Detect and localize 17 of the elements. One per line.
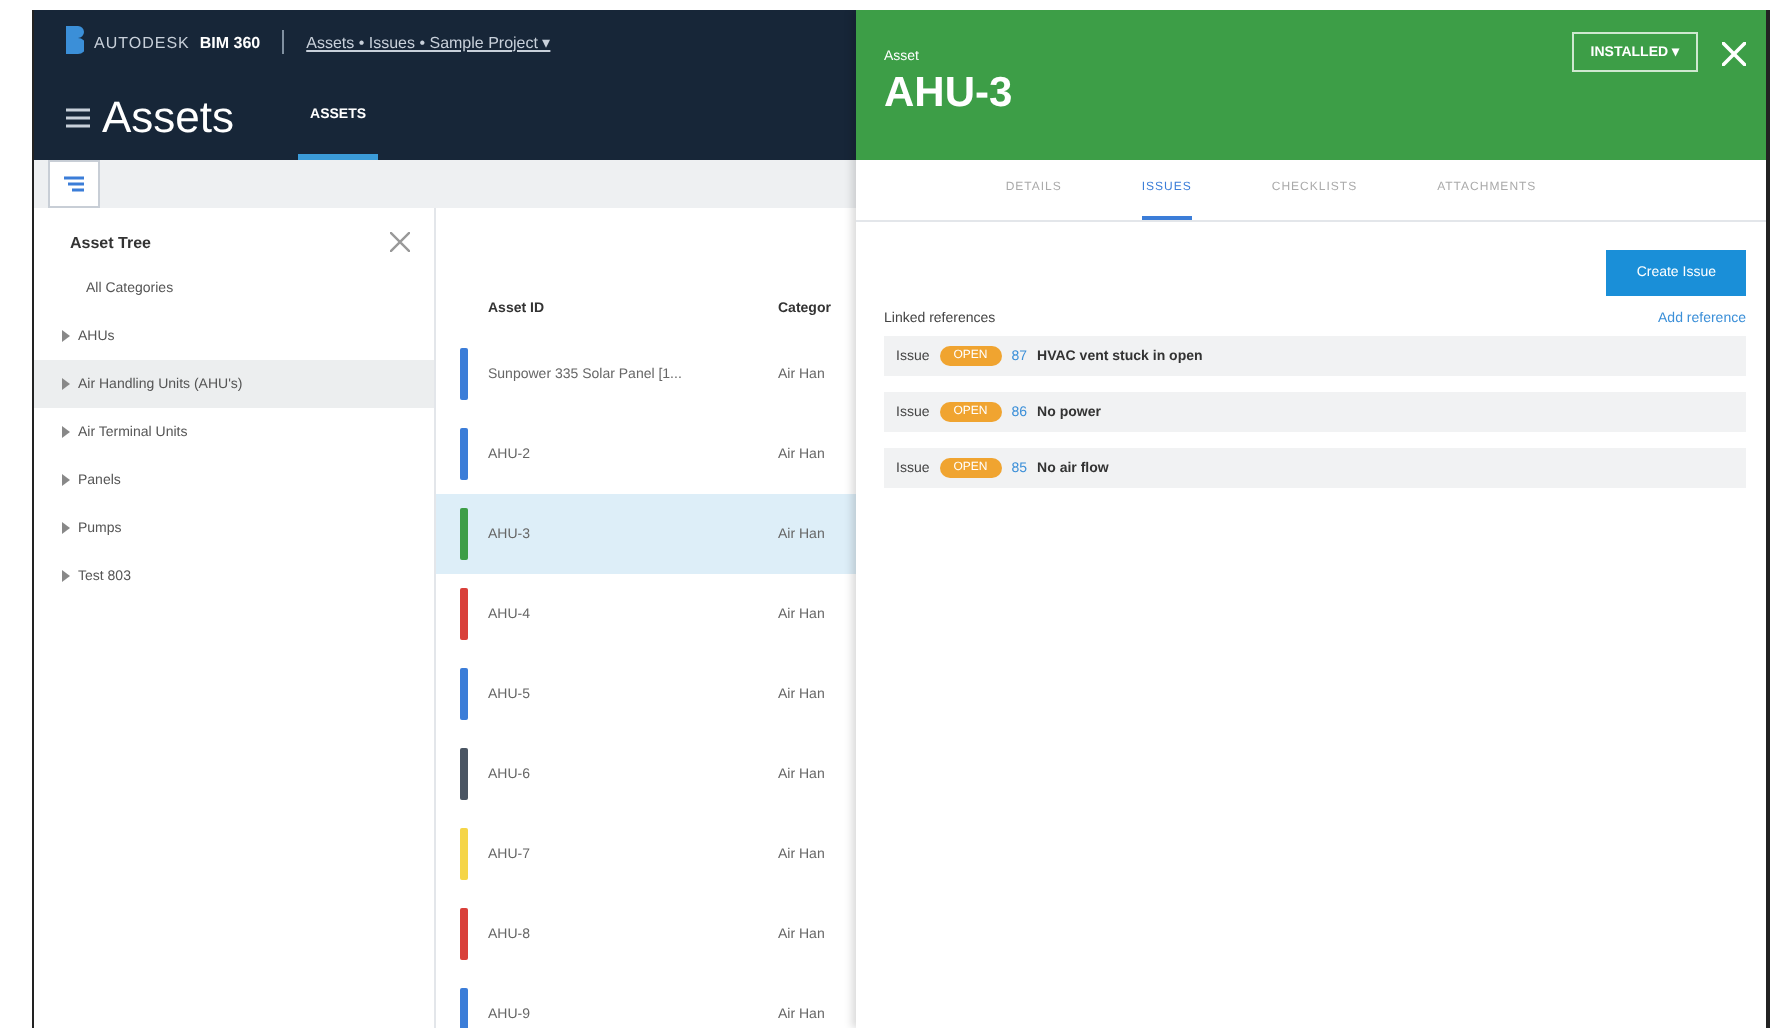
menu-icon[interactable]	[66, 107, 90, 127]
caret-icon[interactable]	[62, 474, 70, 486]
caret-icon[interactable]	[62, 378, 70, 390]
brand-name: AUTODESK	[94, 33, 190, 51]
caret-icon[interactable]	[62, 570, 70, 582]
tree-title: Asset Tree	[70, 233, 151, 251]
filter-icon	[64, 176, 84, 192]
page-title: Assets	[102, 91, 235, 143]
caret-icon[interactable]	[62, 426, 70, 438]
panel-title: AHU-3	[884, 70, 1013, 118]
caret-icon[interactable]	[62, 330, 70, 342]
breadcrumb-link[interactable]: Assets • Issues • Sample Project ▾	[306, 33, 551, 51]
product-name: BIM 360	[199, 33, 261, 51]
close-icon[interactable]	[390, 232, 410, 252]
caret-icon[interactable]	[62, 522, 70, 534]
filter-button[interactable]	[48, 160, 100, 208]
logo-icon	[66, 26, 84, 58]
